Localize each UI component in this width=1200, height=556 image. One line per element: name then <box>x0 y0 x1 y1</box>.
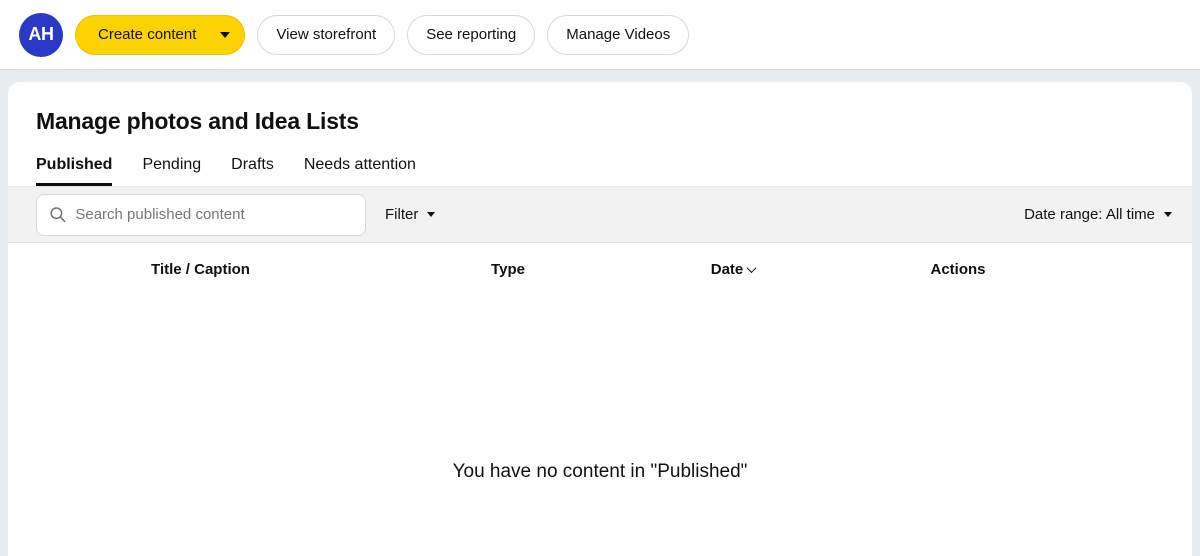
see-reporting-label: See reporting <box>426 26 516 43</box>
search-input[interactable] <box>75 206 353 223</box>
filter-label: Filter <box>385 206 418 223</box>
date-range-label: Date range: All time <box>1024 206 1155 223</box>
column-header-title-caption: Title / Caption <box>8 261 393 278</box>
tab-drafts-label: Drafts <box>231 156 274 173</box>
tab-pending[interactable]: Pending <box>142 156 201 186</box>
caret-down-icon <box>1164 212 1172 217</box>
column-header-title-caption-label: Title / Caption <box>151 261 250 278</box>
avatar[interactable]: AH <box>19 13 63 57</box>
column-header-type-label: Type <box>491 261 525 278</box>
page-title: Manage photos and Idea Lists <box>8 82 1192 135</box>
tab-drafts[interactable]: Drafts <box>231 156 274 186</box>
filter-dropdown[interactable]: Filter <box>385 206 435 223</box>
tab-needs-attention[interactable]: Needs attention <box>304 156 416 186</box>
tab-pending-label: Pending <box>142 156 201 173</box>
empty-state-message: You have no content in "Published" <box>8 296 1192 483</box>
tab-bar: Published Pending Drafts Needs attention <box>8 135 1192 186</box>
tab-published-label: Published <box>36 156 112 173</box>
filter-toolbar: Filter Date range: All time <box>8 186 1192 243</box>
top-navigation-bar: AH Create content View storefront See re… <box>0 0 1200 70</box>
see-reporting-button[interactable]: See reporting <box>407 15 535 55</box>
create-content-button[interactable]: Create content <box>75 15 245 55</box>
column-header-actions-label: Actions <box>930 261 985 278</box>
avatar-initials: AH <box>28 24 53 45</box>
date-range-dropdown[interactable]: Date range: All time <box>1024 206 1172 223</box>
manage-videos-label: Manage Videos <box>566 26 670 43</box>
column-header-type: Type <box>393 261 623 278</box>
column-header-actions: Actions <box>843 261 1073 278</box>
chevron-down-icon <box>220 32 230 38</box>
content-card: Manage photos and Idea Lists Published P… <box>8 82 1192 556</box>
search-field[interactable] <box>36 194 366 236</box>
view-storefront-button[interactable]: View storefront <box>257 15 395 55</box>
manage-videos-button[interactable]: Manage Videos <box>547 15 689 55</box>
create-content-label: Create content <box>98 26 196 43</box>
tab-needs-attention-label: Needs attention <box>304 156 416 173</box>
table-header-row: Title / Caption Type Date Actions <box>8 243 1192 296</box>
column-header-date[interactable]: Date <box>623 261 843 278</box>
chevron-down-icon <box>747 263 757 273</box>
column-header-date-label: Date <box>711 261 744 278</box>
caret-down-icon <box>427 212 435 217</box>
view-storefront-label: View storefront <box>276 26 376 43</box>
tab-published[interactable]: Published <box>36 156 112 186</box>
search-icon <box>49 205 66 224</box>
